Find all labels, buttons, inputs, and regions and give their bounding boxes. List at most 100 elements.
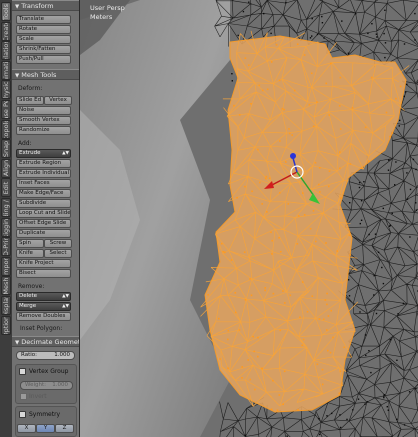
delete-dropdown[interactable]: Delete ▲▼ — [16, 292, 71, 301]
rotate-button[interactable]: Rotate — [16, 25, 71, 34]
mesh-tools-header[interactable]: ▼ Mesh Tools — [12, 69, 79, 80]
tool-tab[interactable]: Retopology — [1, 119, 11, 139]
selected-vertex — [343, 346, 345, 349]
make-edge-face-button[interactable]: Make Edge/Face — [16, 189, 71, 198]
selected-vertex — [241, 377, 243, 379]
selected-vertex — [250, 294, 253, 297]
knife-button[interactable]: Knife — [16, 249, 44, 258]
selected-vertex — [238, 329, 241, 331]
tool-tab[interactable]: Import — [1, 256, 11, 276]
noise-button[interactable]: Noise — [16, 106, 71, 115]
mesh-vertex — [399, 119, 401, 122]
selected-vertex — [315, 240, 317, 243]
spin-button[interactable]: Spin — [16, 239, 44, 248]
symmetry-z-button[interactable]: Z — [55, 424, 74, 433]
decimate-geometry-header[interactable]: ▼Decimate Geometry — [12, 336, 79, 347]
selected-vertex — [270, 61, 273, 63]
blender-window: ToolsCreateRelationsAnimationPhysicsGrea… — [0, 0, 418, 437]
selected-vertex — [310, 72, 313, 75]
symmetry-checkbox[interactable] — [19, 411, 26, 418]
tool-tab[interactable]: Create — [1, 21, 11, 41]
tool-tab[interactable]: Rigging — [1, 217, 11, 237]
mesh-vertex — [384, 42, 387, 44]
selected-vertex — [328, 114, 330, 116]
selected-vertex — [385, 111, 388, 114]
vertex-group-checkbox[interactable] — [19, 368, 26, 375]
knife-project-button[interactable]: Knife Project — [16, 259, 71, 268]
remove-doubles-button[interactable]: Remove Doubles — [16, 312, 71, 321]
push-pull-button[interactable]: Push/Pull — [16, 55, 71, 64]
symmetry-x-button[interactable]: X — [17, 424, 36, 433]
transform-title: Transform — [21, 2, 54, 10]
tool-tab[interactable]: Animation — [1, 60, 11, 80]
slide-edge-button[interactable]: Slide Ed — [16, 96, 44, 105]
mesh-vertex — [321, 15, 323, 18]
viewport-canvas[interactable] — [80, 0, 418, 437]
extrude-individual-button[interactable]: Extrude Individual — [16, 169, 71, 178]
screw-button[interactable]: Screw — [44, 239, 72, 248]
mesh-vertex — [403, 424, 406, 426]
transform-header[interactable]: ▼ Transform — [12, 0, 79, 11]
tool-tab-label: Shading / UVs — [2, 199, 10, 216]
mesh-vertex — [231, 73, 233, 75]
3d-viewport[interactable]: User Persp Meters — [80, 0, 418, 437]
merge-dropdown[interactable]: Merge ▲▼ — [16, 302, 71, 311]
invert-checkbox[interactable] — [20, 393, 27, 400]
mesh-vertex — [386, 406, 388, 408]
selected-vertex — [308, 103, 311, 106]
knife-select-button[interactable]: Select — [44, 249, 72, 258]
extrude-region-button[interactable]: Extrude Region — [16, 159, 71, 168]
selected-vertex — [244, 57, 247, 59]
selected-vertex — [364, 126, 367, 129]
inset-faces-button[interactable]: Inset Faces — [16, 179, 71, 188]
mesh-vertex — [384, 9, 386, 11]
duplicate-button[interactable]: Duplicate — [16, 229, 71, 238]
mesh-vertex — [415, 209, 417, 211]
selected-vertex — [271, 253, 273, 255]
mesh-vertex — [357, 398, 360, 400]
randomize-button[interactable]: Randomize — [16, 126, 71, 135]
tool-tab[interactable]: Edit — [1, 178, 11, 198]
mesh-vertex — [367, 32, 369, 35]
ratio-field[interactable]: Ratio: 1.000 — [16, 351, 75, 360]
selected-vertex — [288, 128, 290, 130]
dropdown-arrows-icon: ▲▼ — [62, 151, 69, 156]
selected-vertex — [280, 250, 282, 253]
tool-tab[interactable]: Mesh — [1, 276, 11, 296]
symmetry-y-button[interactable]: Y — [36, 424, 55, 433]
mesh-vertex — [270, 32, 272, 35]
mesh-vertex — [414, 39, 416, 41]
slide-vertex-button[interactable]: Vertex — [44, 96, 72, 105]
selected-vertex — [259, 181, 261, 184]
tool-tab[interactable]: Shading / UVs — [1, 198, 11, 217]
selected-vertex — [297, 409, 299, 411]
scale-button[interactable]: Scale — [16, 35, 71, 44]
translate-button[interactable]: Translate — [16, 15, 71, 24]
extrude-dropdown[interactable]: Extrude ▲▼ — [16, 149, 71, 158]
tool-tab[interactable]: Physics — [1, 80, 11, 100]
weight-field[interactable]: Weight: 1.000 — [20, 381, 73, 390]
selected-vertex — [351, 107, 354, 109]
tool-tab[interactable]: 3D-Print — [1, 237, 11, 257]
tool-tab[interactable]: Options — [1, 315, 11, 335]
smooth-vertex-button[interactable]: Smooth Vertex — [16, 116, 71, 125]
tool-tab[interactable]: Tools — [1, 2, 11, 21]
selected-vertex — [336, 250, 338, 252]
mesh-vertex — [358, 181, 361, 184]
mesh-vertex — [383, 32, 385, 35]
subdivide-button[interactable]: Subdivide — [16, 199, 71, 208]
tool-tab[interactable]: Grease Pencil — [1, 100, 11, 119]
manipulator-z-handle-icon[interactable] — [290, 153, 296, 159]
tool-tab[interactable]: Relations — [1, 41, 11, 61]
offset-edge-slide-button[interactable]: Offset Edge Slide — [16, 219, 71, 228]
tool-tab[interactable]: Display — [1, 296, 11, 315]
mesh-vertex — [263, 12, 265, 15]
bisect-button[interactable]: Bisect — [16, 269, 71, 278]
tool-tab[interactable]: Align — [1, 158, 11, 178]
shrink-fatten-button[interactable]: Shrink/Fatten — [16, 45, 71, 54]
mesh-vertex — [396, 418, 398, 420]
mesh-vertex — [409, 188, 412, 191]
tool-tab[interactable]: Snap — [1, 139, 11, 159]
selected-vertex — [289, 294, 292, 297]
loop-cut-slide-button[interactable]: Loop Cut and Slide — [16, 209, 71, 218]
